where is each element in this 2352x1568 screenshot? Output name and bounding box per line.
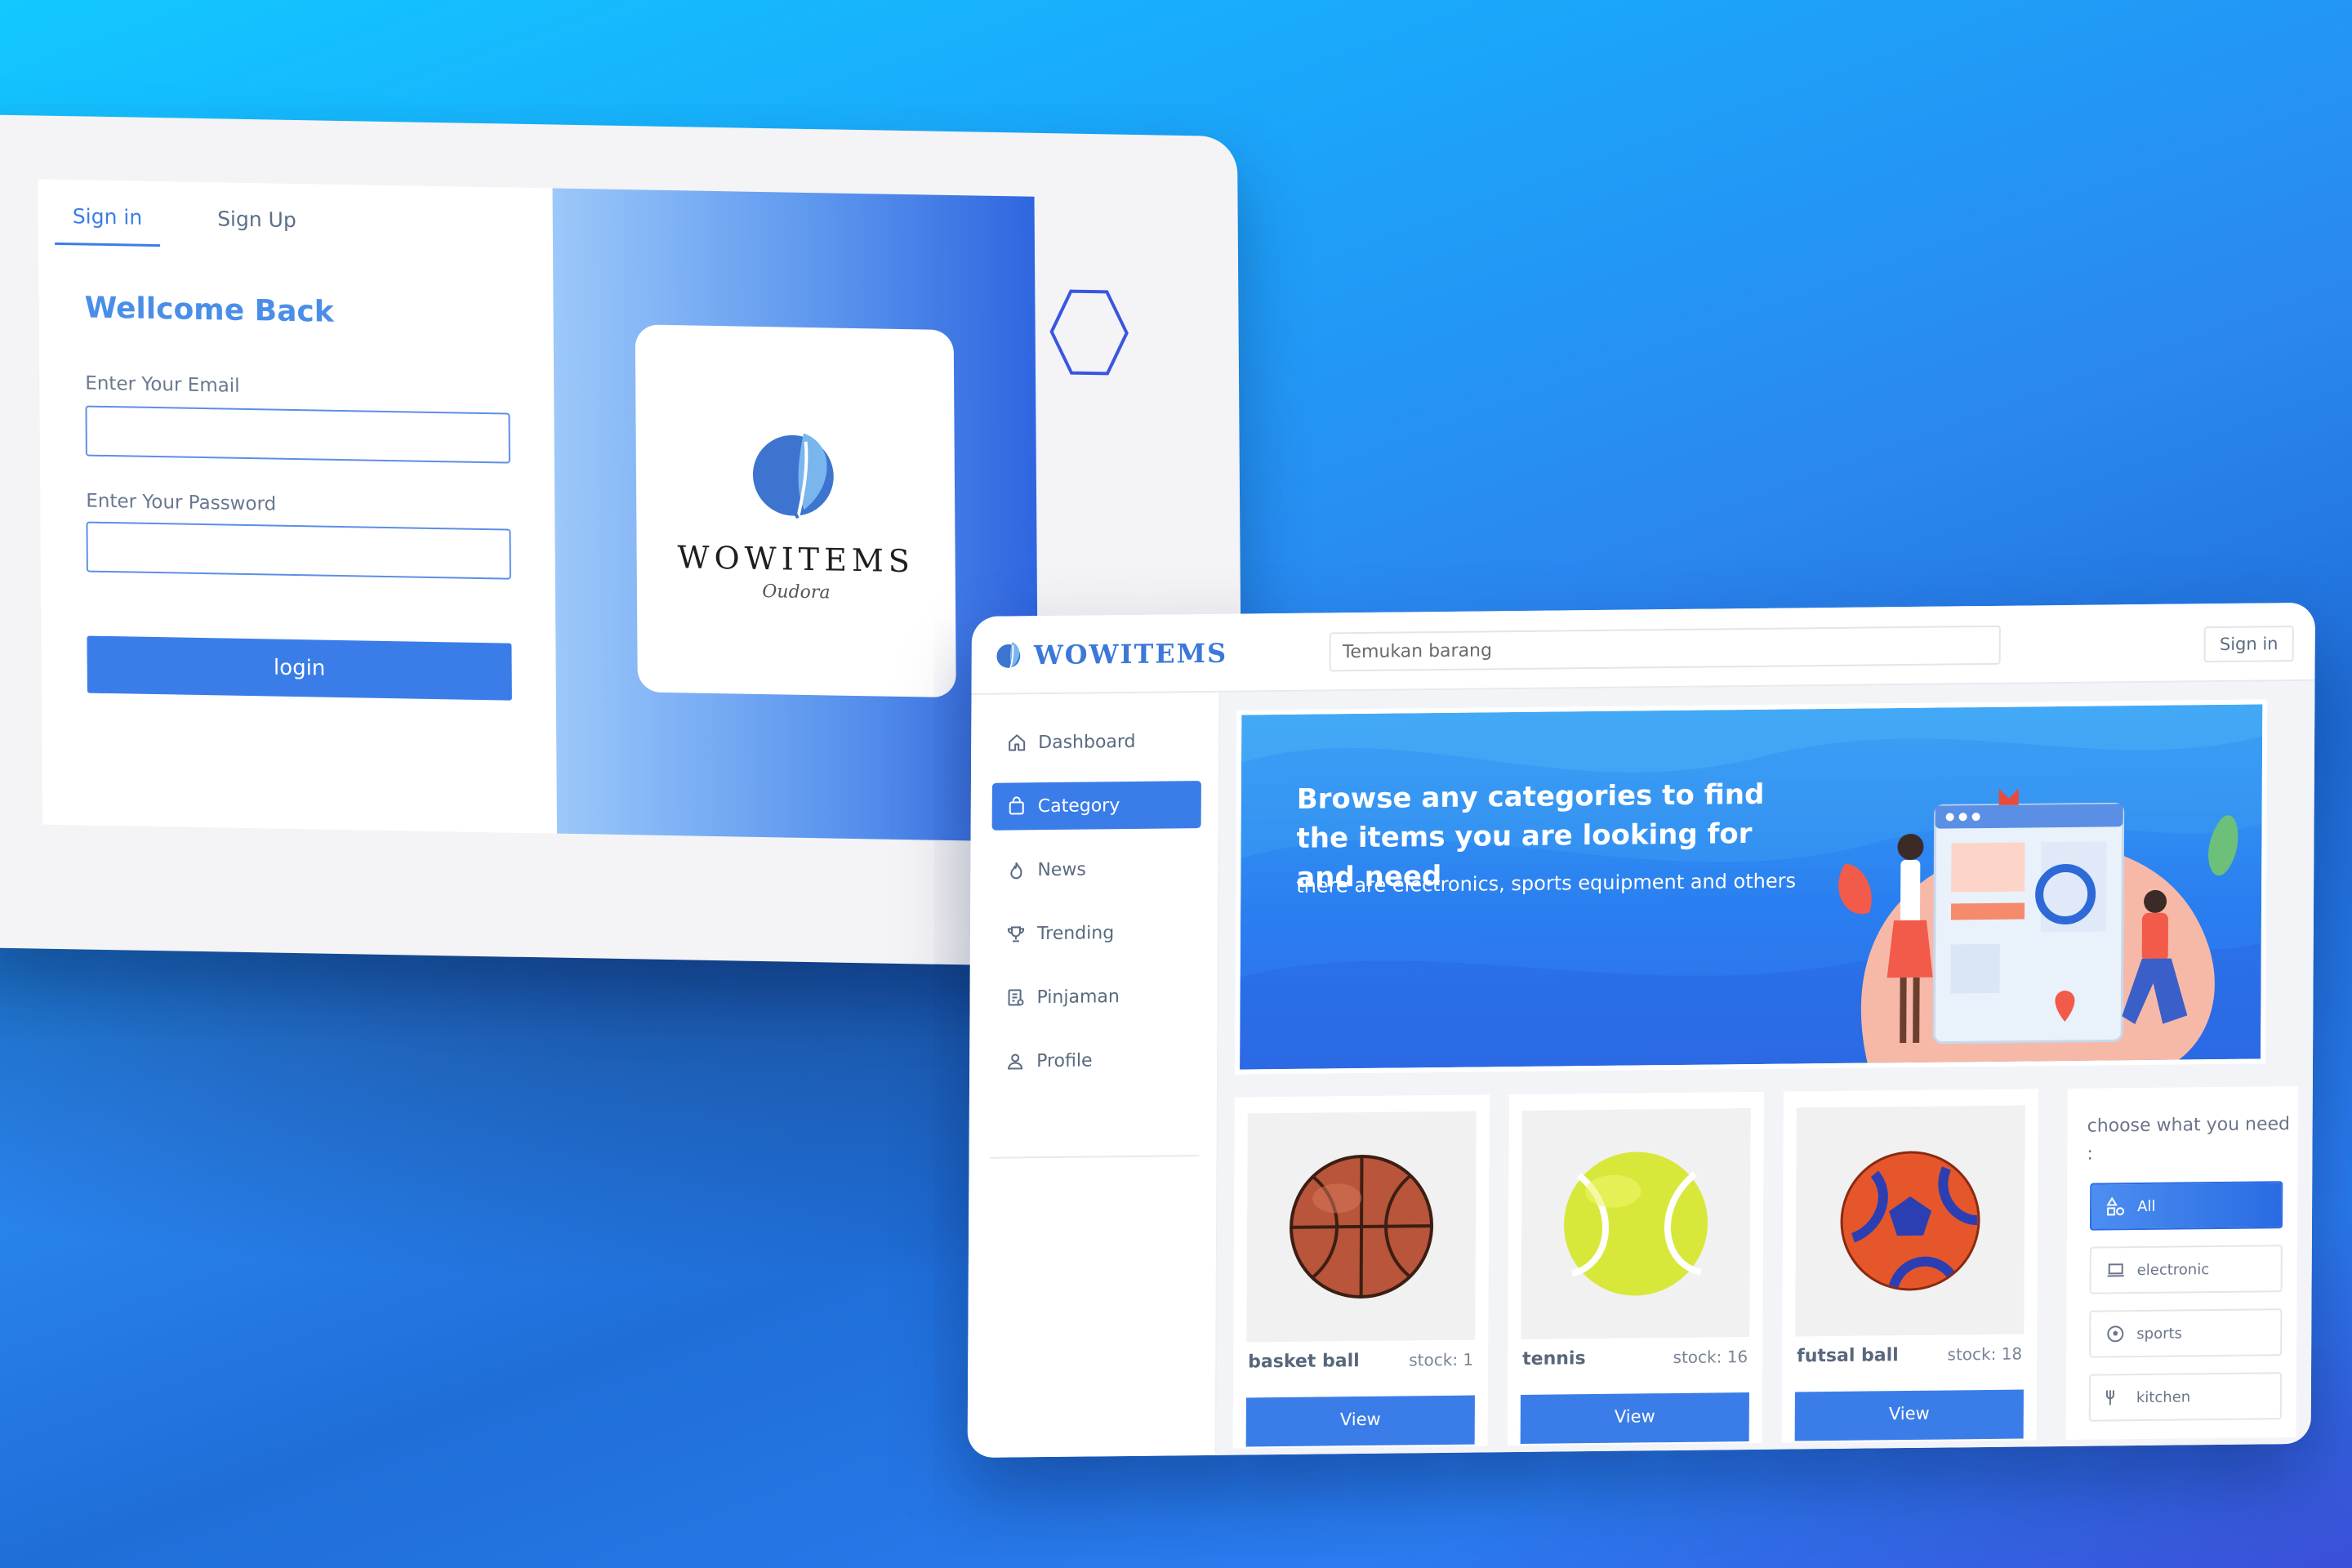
logo-tagline: Oudora [762, 581, 831, 603]
sidebar-divider [990, 1155, 1200, 1159]
main-content: Browse any categories to find the items … [1216, 680, 2315, 1455]
sidebar-item-profile[interactable]: Profile [991, 1036, 1200, 1085]
app-window: WOWITEMS Sign in Dashboard Category News… [967, 602, 2315, 1459]
sidebar-item-pinjaman[interactable]: Pinjaman [991, 972, 1200, 1022]
filter-option-label: kitchen [2136, 1388, 2191, 1406]
hexagon-decoration-icon [1049, 289, 1129, 376]
futsal-ball-image [1795, 1105, 2025, 1337]
login-tabs: Sign in Sign Up [54, 198, 314, 250]
tennis-ball-image [1521, 1108, 1751, 1339]
email-field[interactable] [85, 405, 510, 464]
sidebar-item-label: Trending [1036, 922, 1115, 944]
product-card[interactable]: futsal ball stock: 18 View [1781, 1089, 2038, 1443]
brand-panel: WOWITEMS Oudora [552, 188, 1040, 842]
flame-icon [1010, 862, 1022, 880]
sidebar-item-label: Category [1037, 795, 1120, 817]
filter-option-sports[interactable]: sports [2089, 1308, 2283, 1358]
logo-card: WOWITEMS Oudora [635, 324, 956, 698]
view-button[interactable]: View [1794, 1389, 2024, 1441]
trophy-icon [1007, 926, 1025, 942]
filter-option-electronic[interactable]: electronic [2089, 1245, 2283, 1294]
filter-title: choose what you need : [2087, 1114, 2291, 1165]
product-stock: stock: 1 [1409, 1349, 1474, 1370]
shopping-illustration [1838, 788, 2238, 1068]
product-stock: stock: 16 [1673, 1347, 1748, 1368]
email-label: Enter Your Email [85, 372, 240, 397]
feather-logo-icon [996, 642, 1021, 670]
home-icon [1009, 734, 1026, 751]
sidebar-item-trending[interactable]: Trending [991, 908, 1200, 958]
app-header: WOWITEMS Sign in [971, 602, 2315, 696]
logo-wordmark: WOWITEMS [677, 538, 915, 579]
laptop-icon [2107, 1263, 2124, 1277]
filter-option-label: electronic [2136, 1260, 2210, 1279]
feather-logo-icon [752, 432, 834, 519]
app-logo-text: WOWITEMS [1033, 637, 1228, 671]
filter-option-kitchen[interactable]: kitchen [2088, 1372, 2283, 1422]
sidebar-item-news[interactable]: News [991, 844, 1200, 894]
search-input[interactable] [1329, 625, 2001, 672]
product-name: basket ball [1248, 1351, 1360, 1373]
product-name: tennis [1522, 1348, 1586, 1370]
product-name: futsal ball [1797, 1345, 1899, 1367]
soccer-ball-icon [2107, 1325, 2124, 1343]
document-list-icon [1008, 989, 1024, 1006]
login-form-panel: Sign in Sign Up Wellcome Back Enter Your… [38, 179, 558, 834]
shopping-bag-icon [1009, 796, 1024, 815]
product-card[interactable]: tennis stock: 16 View [1507, 1091, 1764, 1446]
tab-sign-in[interactable]: Sign in [54, 198, 161, 247]
sidebar-item-category[interactable]: Category [991, 781, 1201, 831]
shapes-icon [2106, 1196, 2125, 1216]
tab-sign-up[interactable]: Sign Up [199, 202, 314, 249]
password-label: Enter Your Password [86, 490, 277, 515]
sidebar-item-label: News [1037, 859, 1086, 880]
filter-option-label: All [2137, 1197, 2156, 1215]
sidebar-item-label: Pinjaman [1036, 986, 1120, 1008]
sidebar-item-label: Dashboard [1038, 731, 1136, 753]
login-button[interactable]: login [87, 635, 512, 701]
password-field[interactable] [86, 521, 511, 580]
sign-in-button[interactable]: Sign in [2203, 626, 2294, 663]
login-heading: Wellcome Back [84, 291, 334, 329]
sidebar: Dashboard Category News Trending Pinjama… [967, 692, 1221, 1459]
view-button[interactable]: View [1245, 1395, 1475, 1447]
filter-option-all[interactable]: All [2089, 1181, 2283, 1231]
product-card[interactable]: basket ball stock: 1 View [1232, 1094, 1490, 1449]
category-filter-panel: choose what you need : All electronic sp… [2065, 1086, 2298, 1440]
kitchen-icon [2105, 1390, 2114, 1405]
view-button[interactable]: View [1520, 1392, 1749, 1444]
sidebar-item-label: Profile [1036, 1049, 1093, 1071]
basketball-image [1246, 1111, 1477, 1343]
product-stock: stock: 18 [1947, 1343, 2023, 1365]
hero-banner: Browse any categories to find the items … [1235, 699, 2268, 1075]
app-logo[interactable]: WOWITEMS [995, 637, 1228, 672]
sidebar-item-dashboard[interactable]: Dashboard [992, 717, 1201, 767]
user-icon [1008, 1054, 1023, 1070]
filter-option-label: sports [2136, 1324, 2183, 1343]
